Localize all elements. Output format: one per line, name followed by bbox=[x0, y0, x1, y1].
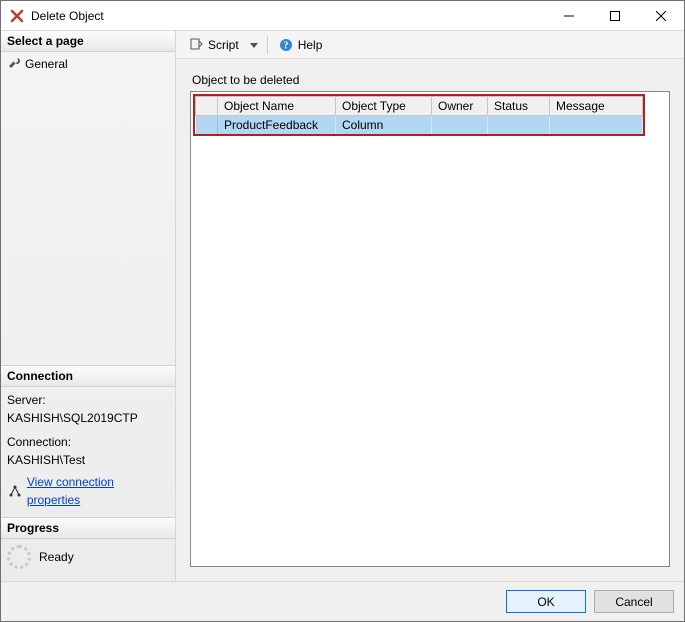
window-title: Delete Object bbox=[31, 9, 104, 23]
progress-section: Progress Ready bbox=[1, 517, 175, 581]
script-button[interactable]: Script bbox=[184, 35, 243, 55]
dialog-footer: OK Cancel bbox=[1, 581, 684, 621]
object-grid[interactable]: Object Name Object Type Owner Status Mes… bbox=[190, 91, 670, 567]
grid-corner bbox=[196, 97, 218, 116]
maximize-button[interactable] bbox=[592, 1, 638, 30]
connection-label: Connection: bbox=[7, 433, 169, 451]
main-panel: Script ? Help Object to b bbox=[176, 31, 684, 581]
progress-spinner-icon bbox=[7, 545, 31, 569]
cell-status bbox=[488, 116, 550, 135]
window-controls bbox=[546, 1, 684, 30]
connection-section: Connection Server: KASHISH\SQL2019CTP Co… bbox=[1, 365, 175, 517]
sidebar: Select a page General Connection Server:… bbox=[1, 31, 176, 581]
object-to-be-deleted-label: Object to be deleted bbox=[192, 73, 670, 87]
page-item-general[interactable]: General bbox=[7, 56, 169, 72]
delete-object-dialog: Delete Object Select a page bbox=[0, 0, 685, 622]
grid-header-row: Object Name Object Type Owner Status Mes… bbox=[196, 97, 643, 116]
connection-header: Connection bbox=[1, 366, 175, 387]
progress-status: Ready bbox=[39, 550, 74, 564]
script-label: Script bbox=[208, 38, 239, 52]
progress-header: Progress bbox=[1, 518, 175, 539]
connection-value: KASHISH\Test bbox=[7, 451, 169, 469]
titlebar: Delete Object bbox=[1, 1, 684, 31]
toolbar: Script ? Help bbox=[176, 31, 684, 59]
cancel-button[interactable]: Cancel bbox=[594, 590, 674, 613]
minimize-button[interactable] bbox=[546, 1, 592, 30]
delete-icon bbox=[9, 8, 25, 24]
content-area: Object to be deleted Object Name Object … bbox=[176, 59, 684, 581]
server-value: KASHISH\SQL2019CTP bbox=[7, 409, 169, 427]
toolbar-separator bbox=[267, 36, 268, 54]
table-row[interactable]: ProductFeedback Column bbox=[196, 116, 643, 135]
view-connection-properties-link[interactable]: View connection properties bbox=[27, 473, 169, 509]
page-list: General bbox=[1, 52, 175, 76]
col-status[interactable]: Status bbox=[488, 97, 550, 116]
row-header[interactable] bbox=[196, 116, 218, 135]
svg-text:?: ? bbox=[283, 40, 288, 51]
server-label: Server: bbox=[7, 391, 169, 409]
col-object-type[interactable]: Object Type bbox=[336, 97, 432, 116]
script-dropdown[interactable] bbox=[247, 41, 261, 49]
cell-object-name: ProductFeedback bbox=[218, 116, 336, 135]
help-icon: ? bbox=[278, 37, 294, 53]
wrench-icon bbox=[7, 57, 21, 71]
script-icon bbox=[188, 37, 204, 53]
help-label: Help bbox=[298, 38, 323, 52]
cell-message bbox=[550, 116, 643, 135]
select-page-header: Select a page bbox=[1, 31, 175, 52]
cell-owner bbox=[432, 116, 488, 135]
col-message[interactable]: Message bbox=[550, 97, 643, 116]
page-item-label: General bbox=[25, 57, 68, 71]
connection-properties-icon bbox=[7, 483, 23, 499]
close-button[interactable] bbox=[638, 1, 684, 30]
cell-object-type: Column bbox=[336, 116, 432, 135]
col-owner[interactable]: Owner bbox=[432, 97, 488, 116]
ok-button[interactable]: OK bbox=[506, 590, 586, 613]
col-object-name[interactable]: Object Name bbox=[218, 97, 336, 116]
help-button[interactable]: ? Help bbox=[274, 35, 327, 55]
